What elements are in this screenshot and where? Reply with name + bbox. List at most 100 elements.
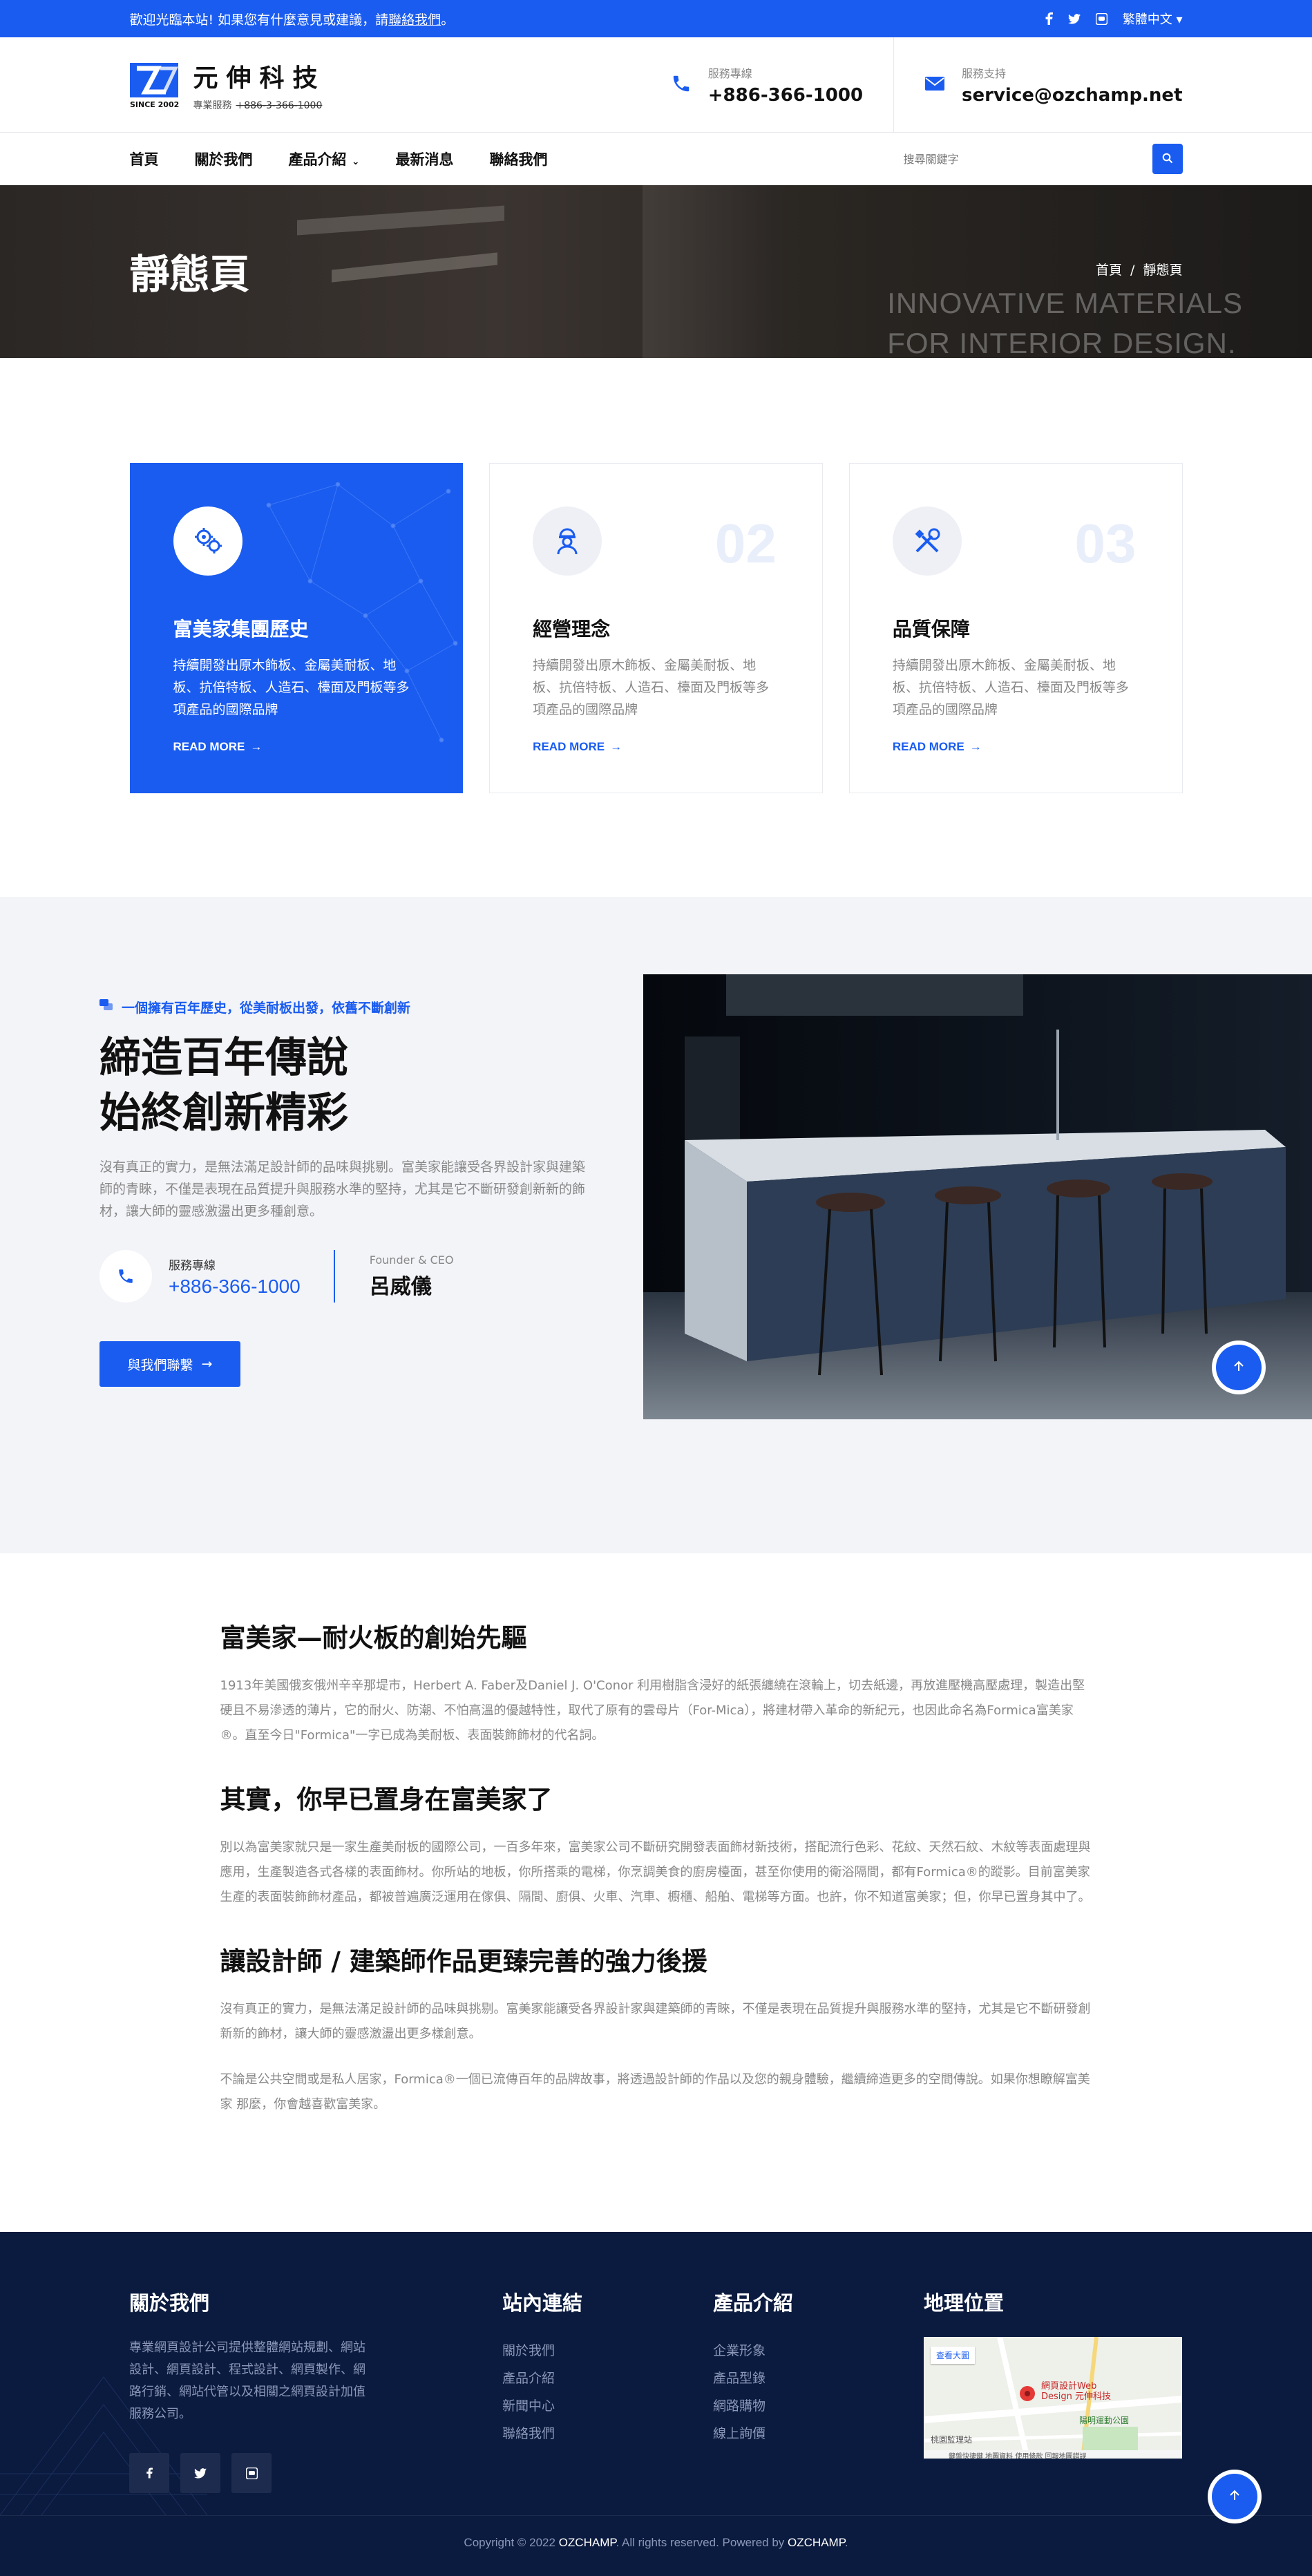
facebook-icon[interactable]: [1045, 12, 1053, 25]
nav-item-contact[interactable]: 聯絡我們: [490, 149, 548, 169]
scroll-to-top-button-footer[interactable]: [1212, 2474, 1257, 2519]
footer-products-title: 產品介紹: [713, 2291, 794, 2315]
about-phone[interactable]: 服務專線 +886-366-1000: [169, 1256, 301, 1298]
card-title: 富美家集團歷史: [173, 618, 309, 641]
footer-product-shop[interactable]: 網路購物: [713, 2392, 924, 2420]
contact-link[interactable]: 聯絡我們: [388, 12, 441, 28]
ceo-info: Founder & CEO 呂威儀: [333, 1250, 454, 1303]
phone-icon: [671, 73, 692, 97]
scroll-to-top-button[interactable]: [1216, 1345, 1262, 1390]
logo-name: 元伸科技: [193, 64, 326, 93]
article-heading: 讓設計師 / 建築師作品更臻完善的強力後援: [220, 1947, 707, 1976]
arrow-right-icon: →: [610, 740, 622, 753]
card-text: 持續開發出原木飾板、金屬美耐板、地板、抗倍特板、人造石、檯面及門板等多項產品的國…: [892, 658, 1129, 717]
card-number: 02: [714, 513, 777, 574]
support-email[interactable]: 服務支持 service@ozchamp.net: [893, 37, 1183, 133]
card-text: 持續開發出原木飾板、金屬美耐板、地板、抗倍特板、人造石、檯面及門板等多項產品的國…: [533, 658, 770, 717]
facebook-icon[interactable]: [129, 2453, 169, 2493]
footer-links-title: 站內連結: [502, 2291, 583, 2315]
service-phone[interactable]: 服務專線 +886-366-1000: [640, 37, 863, 133]
contact-us-button[interactable]: 與我們聯繫 →: [99, 1341, 240, 1387]
svg-text:SINCE 2002: SINCE 2002: [130, 100, 179, 108]
kitchen-photo: [643, 974, 1312, 1419]
worker-icon: [533, 506, 602, 576]
feature-cards: 富美家集團歷史 持續開發出原木飾板、金屬美耐板、地板、抗倍特板、人造石、檯面及門…: [0, 358, 1312, 897]
google-map[interactable]: 查看大圖 網頁設計Web Design 元伸科技 陽明運動公園 桃園監理站 鍵盤…: [924, 2337, 1182, 2459]
footer-map-title: 地理位置: [924, 2291, 1005, 2315]
article-paragraph: 不論是公共空間或是私人居家，Formica®一個已流傳百年的品牌故事，將透過設計…: [220, 2072, 1090, 2112]
search-input[interactable]: [903, 144, 1152, 174]
card-text: 持續開發出原木飾板、金屬美耐板、地板、抗倍特板、人造石、檯面及門板等多項產品的國…: [173, 658, 410, 717]
chat-icon: [99, 999, 113, 1015]
footer-product-brand[interactable]: 企業形象: [713, 2337, 924, 2365]
article-paragraph: 1913年美國俄亥俄州辛辛那堤市，Herbert A. Faber及Daniel…: [220, 1678, 1085, 1743]
footer-product-catalog[interactable]: 產品型錄: [713, 2365, 924, 2392]
footer-link-contact[interactable]: 聯絡我們: [502, 2420, 713, 2447]
logo-sub: 專業服務 +886-3-366-1000: [193, 100, 323, 111]
phone-icon: [99, 1250, 152, 1303]
logo[interactable]: SINCE 2002 元伸科技 專業服務 +886-3-366-1000: [129, 58, 326, 112]
site-header: SINCE 2002 元伸科技 專業服務 +886-3-366-1000 服務專線…: [0, 37, 1312, 133]
twitter-icon[interactable]: [1067, 13, 1081, 24]
language-label: 繁體中文: [1122, 12, 1172, 27]
search-button[interactable]: [1152, 144, 1183, 174]
nav-item-home[interactable]: 首頁: [130, 149, 159, 169]
welcome-suffix: 。: [441, 12, 455, 28]
service-label: 服務專線: [707, 67, 752, 80]
footer-link-products[interactable]: 產品介紹: [502, 2365, 713, 2392]
top-bar: 歡迎光臨本站! 如果您有什麼意見或建議，請聯絡我們。 繁體中文 ▾: [0, 0, 1312, 37]
brand-link[interactable]: OZCHAMP: [559, 2536, 616, 2549]
service-value: +886-366-1000: [707, 85, 864, 106]
article-heading: 富美家—耐火板的創始先驅: [220, 1623, 527, 1653]
page-title: 靜態頁: [129, 251, 250, 298]
card-number: 03: [1074, 513, 1137, 574]
powered-by-link[interactable]: OZCHAMP: [788, 2536, 845, 2549]
arrow-right-icon: →: [250, 740, 263, 753]
arrow-up-icon: [1228, 2489, 1241, 2504]
support-label: 服務支持: [962, 67, 1007, 80]
line-icon[interactable]: [231, 2453, 272, 2493]
read-more-link[interactable]: READ MORE →: [893, 740, 1139, 754]
article-section: 富美家—耐火板的創始先驅 1913年美國俄亥俄州辛辛那堤市，Herbert A.…: [0, 1553, 1312, 2117]
line-icon[interactable]: [1095, 12, 1107, 25]
read-more-link[interactable]: READ MORE →: [533, 740, 779, 754]
main-nav: 首頁 關於我們 產品介紹 ⌄ 最新消息 聯絡我們: [0, 133, 1312, 185]
card-title: 品質保障: [892, 618, 970, 641]
support-value: service@ozchamp.net: [962, 85, 1183, 106]
map-park-label: 陽明運動公園: [1079, 2416, 1130, 2425]
feature-card-philosophy[interactable]: 02 經營理念 持續開發出原木飾板、金屬美耐板、地板、抗倍特板、人造石、檯面及門…: [489, 463, 823, 793]
twitter-icon[interactable]: [180, 2453, 220, 2493]
feature-card-quality[interactable]: 03 品質保障 持續開發出原木飾板、金屬美耐板、地板、抗倍特板、人造石、檯面及門…: [848, 463, 1183, 793]
site-footer: 關於我們 專業網頁設計公司提供整體網站規劃、網站設計、網頁設計、程式設計、網頁製…: [0, 2232, 1312, 2576]
arrow-right-icon: →: [201, 1356, 213, 1372]
arrow-up-icon: [1233, 1360, 1245, 1375]
breadcrumb-home[interactable]: 首頁: [1096, 263, 1122, 278]
about-heading: 締造百年傳說 始終創新精彩: [99, 1034, 348, 1137]
tools-icon: [892, 506, 962, 576]
welcome-prefix: 歡迎光臨本站! 如果您有什麼意見或建議，請: [129, 12, 389, 28]
footer-link-about[interactable]: 關於我們: [502, 2337, 713, 2365]
section-tag: 一個擁有百年歷史，從美耐板出發，依舊不斷創新: [99, 998, 590, 1016]
search-icon: [1162, 153, 1173, 166]
about-description: 沒有真正的實力，是無法滿足設計師的品味與挑剔。富美家能讓受各界設計家與建築師的青…: [99, 1159, 586, 1219]
language-select[interactable]: 繁體中文 ▾: [1123, 10, 1183, 28]
gears-icon: [173, 506, 243, 576]
map-footer-links: 鍵盤快捷鍵 地圖資料 使用條款 回報地圖錯誤: [949, 2453, 1087, 2459]
footer-product-quote[interactable]: 線上詢價: [713, 2420, 924, 2447]
page-banner: 靜態頁 首頁 / 靜態頁 INNOVATIVE MATERIALS FOR INT…: [0, 185, 1312, 358]
breadcrumb-current: 靜態頁: [1143, 263, 1183, 278]
nav-item-about[interactable]: 關於我們: [195, 149, 253, 169]
chevron-down-icon: ⌄: [351, 156, 360, 167]
footer-link-news[interactable]: 新聞中心: [502, 2392, 713, 2420]
nav-item-news[interactable]: 最新消息: [396, 149, 454, 169]
logo-mark: SINCE 2002: [129, 61, 182, 109]
read-more-link[interactable]: READ MORE →: [173, 740, 420, 754]
nav-item-products[interactable]: 產品介紹 ⌄: [289, 149, 360, 169]
map-pin-label: 網頁設計Web Design 元伸科技: [1041, 2381, 1112, 2402]
footer-about-text: 專業網頁設計公司提供整體網站規劃、網站設計、網頁設計、程式設計、網頁製作、網路行…: [129, 2340, 365, 2421]
article-paragraph: 沒有真正的實力，是無法滿足設計師的品味與挑剔。富美家能讓受各界設計家與建築師的青…: [220, 2002, 1091, 2041]
feature-card-history[interactable]: 富美家集團歷史 持續開發出原木飾板、金屬美耐板、地板、抗倍特板、人造石、檯面及門…: [129, 463, 464, 793]
view-larger-map-button[interactable]: 查看大圖: [931, 2347, 976, 2364]
map-station-label: 桃園監理站: [931, 2435, 973, 2445]
banner-slogan: INNOVATIVE MATERIALS FOR INTERIOR DESIGN.: [887, 287, 1243, 358]
